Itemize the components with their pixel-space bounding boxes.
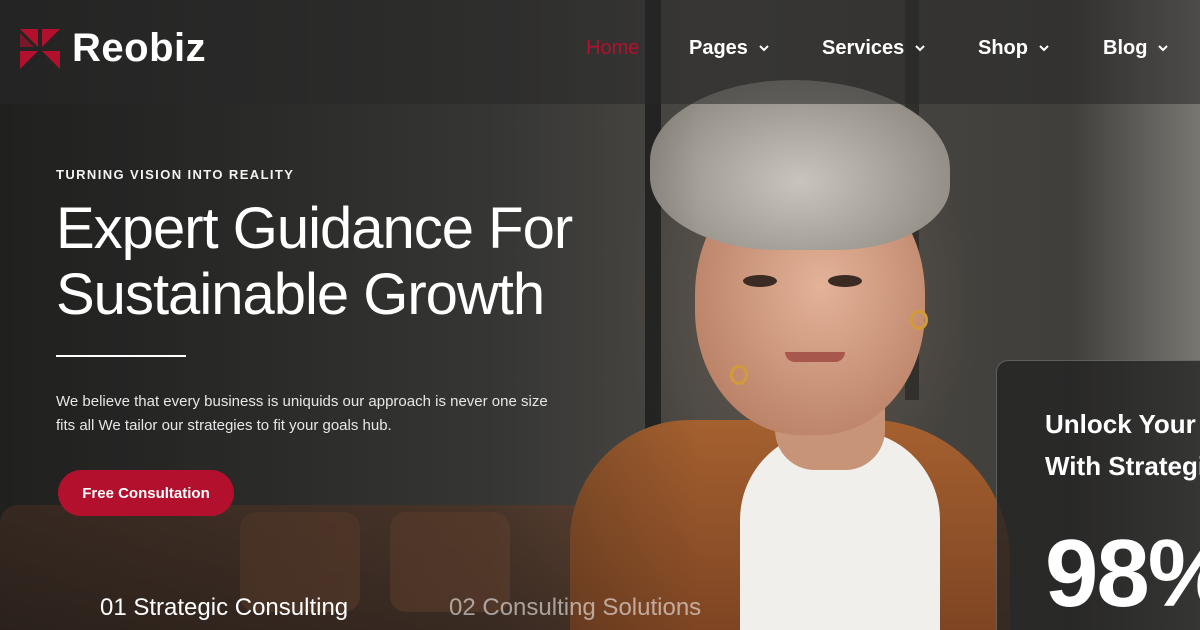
chevron-down-icon (759, 45, 769, 52)
free-consultation-button[interactable]: Free Consultation (58, 470, 234, 516)
description-line: fits all We tailor our strategies to fit… (56, 417, 392, 434)
chevron-down-icon (915, 45, 926, 52)
site-header: Reobiz Home Pages Services Shop Blog (0, 0, 1200, 104)
nav-item-services[interactable]: Services (822, 34, 978, 62)
nav-label: Blog (1103, 36, 1148, 59)
nav-item-blog[interactable]: Blog (1103, 34, 1183, 62)
headline-line: Sustainable Growth (56, 262, 545, 327)
nav-label: Home (586, 36, 640, 59)
brand-name: Reobiz (72, 26, 207, 70)
hero-divider (56, 355, 186, 357)
portrait-earring (730, 365, 748, 385)
card-title-line: With Strategi (1045, 451, 1200, 481)
nav-label: Pages (689, 36, 748, 59)
chevron-down-icon (1158, 45, 1169, 52)
logo-icon (20, 28, 60, 69)
portrait-eye (828, 275, 862, 287)
nav-label: Services (822, 36, 905, 59)
description-line: We believe that every business is uniqui… (56, 393, 548, 410)
portrait-eye (743, 275, 777, 287)
headline-line: Expert Guidance For (56, 196, 573, 261)
nav-item-shop[interactable]: Shop (978, 34, 1103, 62)
portrait-mouth (785, 352, 845, 362)
hero-eyebrow: TURNING VISION INTO REALITY (56, 167, 295, 182)
stat-card: Unlock Your F With Strategi 98% (996, 360, 1200, 630)
stat-value: 98% (1045, 520, 1200, 627)
brand-logo[interactable]: Reobiz (20, 26, 206, 71)
hero-headline: Expert Guidance For Sustainable Growth (56, 196, 676, 328)
chevron-down-icon (1039, 45, 1049, 52)
card-title-line: Unlock Your F (1045, 409, 1200, 439)
nav-item-pages[interactable]: Pages (689, 34, 822, 62)
main-nav: Home Pages Services Shop Blog (586, 34, 1183, 62)
nav-item-home[interactable]: Home (586, 34, 689, 62)
hero-description: We believe that every business is uniqui… (56, 390, 556, 438)
stat-card-title: Unlock Your F With Strategi (1045, 403, 1200, 487)
tab-strategic-consulting[interactable]: 01 Strategic Consulting (100, 594, 348, 622)
nav-label: Shop (978, 36, 1028, 59)
portrait-earring (910, 310, 928, 330)
tab-consulting-solutions[interactable]: 02 Consulting Solutions (449, 594, 701, 622)
